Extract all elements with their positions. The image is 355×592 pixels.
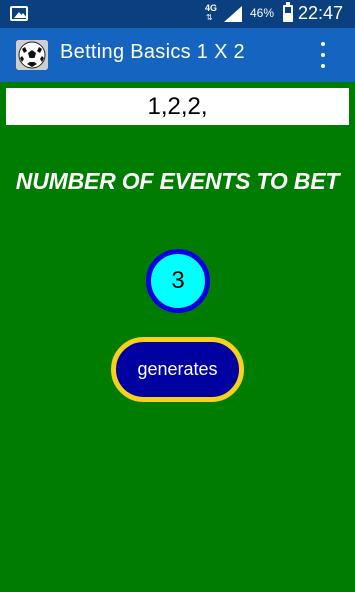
battery-percent: 46% <box>250 6 275 20</box>
events-heading: NUMBER OF EVENTS TO BET <box>15 168 340 194</box>
result-display: 1,2,2, <box>6 88 349 125</box>
soccer-ball-icon[interactable] <box>16 40 48 70</box>
generate-button[interactable]: generates <box>111 337 244 402</box>
image-icon <box>10 6 28 21</box>
app-bar: Betting Basics 1 X 2 <box>0 28 355 82</box>
events-count-button[interactable]: 3 <box>146 249 210 313</box>
app-title: Betting Basics 1 X 2 <box>60 41 245 63</box>
signal-icon <box>224 6 242 22</box>
network-type: 4G <box>205 3 218 13</box>
status-bar: 4G ⇅ 46% 22:47 <box>0 0 355 28</box>
battery-icon <box>283 2 293 22</box>
network-arrows-icon: ⇅ <box>206 13 213 22</box>
overflow-menu-icon[interactable] <box>314 40 332 70</box>
clock: 22:47 <box>298 3 344 23</box>
